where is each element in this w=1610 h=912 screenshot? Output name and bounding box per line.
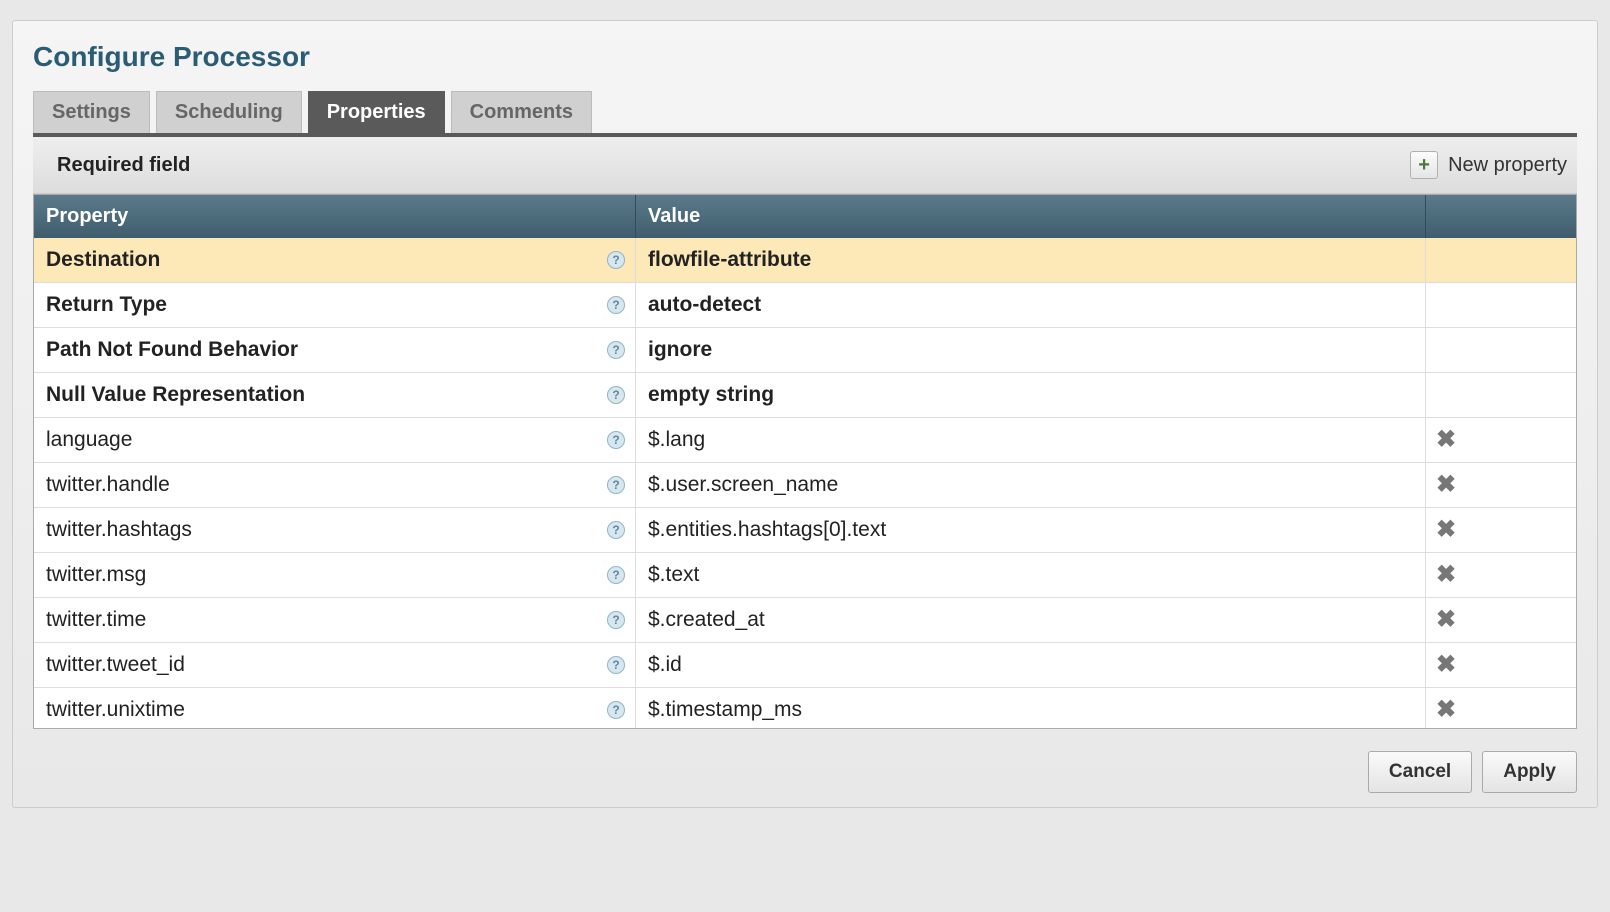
property-actions-cell — [1426, 373, 1576, 417]
property-value-cell[interactable]: $.lang — [636, 418, 1426, 462]
property-name-cell[interactable]: Destination? — [34, 238, 636, 282]
required-field-label: Required field — [57, 154, 190, 177]
plus-icon: + — [1410, 151, 1438, 179]
configure-processor-dialog: Configure Processor SettingsSchedulingPr… — [12, 20, 1598, 808]
dialog-footer: Cancel Apply — [33, 729, 1577, 793]
property-actions-cell: ✖ — [1426, 643, 1576, 687]
properties-panel-header: Required field + New property — [33, 137, 1577, 194]
property-value-cell[interactable]: $.user.screen_name — [636, 463, 1426, 507]
delete-icon[interactable]: ✖ — [1436, 473, 1456, 497]
property-value-cell[interactable]: $.entities.hashtags[0].text — [636, 508, 1426, 552]
property-name: twitter.handle — [46, 473, 601, 497]
property-value-cell[interactable]: empty string — [636, 373, 1426, 417]
tab-scheduling[interactable]: Scheduling — [156, 91, 302, 133]
property-name-cell[interactable]: Return Type? — [34, 283, 636, 327]
property-name-cell[interactable]: twitter.unixtime? — [34, 688, 636, 728]
new-property-button[interactable]: + New property — [1410, 151, 1567, 179]
cancel-button[interactable]: Cancel — [1368, 751, 1472, 793]
property-name: Null Value Representation — [46, 383, 601, 407]
property-actions-cell: ✖ — [1426, 463, 1576, 507]
table-row[interactable]: twitter.hashtags?$.entities.hashtags[0].… — [34, 508, 1576, 553]
help-icon[interactable]: ? — [607, 701, 625, 719]
delete-icon[interactable]: ✖ — [1436, 653, 1456, 677]
property-value-cell[interactable]: auto-detect — [636, 283, 1426, 327]
property-name: Destination — [46, 248, 601, 272]
delete-icon[interactable]: ✖ — [1436, 563, 1456, 587]
property-name-cell[interactable]: twitter.handle? — [34, 463, 636, 507]
tab-comments[interactable]: Comments — [451, 91, 592, 133]
table-row[interactable]: language?$.lang✖ — [34, 418, 1576, 463]
table-row[interactable]: twitter.msg?$.text✖ — [34, 553, 1576, 598]
property-actions-cell: ✖ — [1426, 418, 1576, 462]
property-name: language — [46, 428, 601, 452]
table-row[interactable]: twitter.unixtime?$.timestamp_ms✖ — [34, 688, 1576, 728]
help-icon[interactable]: ? — [607, 521, 625, 539]
property-actions-cell — [1426, 328, 1576, 372]
property-name: Return Type — [46, 293, 601, 317]
property-name-cell[interactable]: twitter.hashtags? — [34, 508, 636, 552]
property-name-cell[interactable]: twitter.tweet_id? — [34, 643, 636, 687]
table-row[interactable]: twitter.handle?$.user.screen_name✖ — [34, 463, 1576, 508]
properties-table: Property Value Destination?flowfile-attr… — [33, 194, 1577, 729]
help-icon[interactable]: ? — [607, 431, 625, 449]
property-actions-cell: ✖ — [1426, 598, 1576, 642]
property-name: twitter.hashtags — [46, 518, 601, 542]
column-header-property: Property — [34, 195, 636, 238]
column-header-actions — [1426, 195, 1576, 238]
property-name: twitter.msg — [46, 563, 601, 587]
table-row[interactable]: twitter.tweet_id?$.id✖ — [34, 643, 1576, 688]
property-actions-cell: ✖ — [1426, 553, 1576, 597]
delete-icon[interactable]: ✖ — [1436, 608, 1456, 632]
table-row[interactable]: Destination?flowfile-attribute — [34, 238, 1576, 283]
help-icon[interactable]: ? — [607, 611, 625, 629]
column-header-value: Value — [636, 195, 1426, 238]
property-value-cell[interactable]: $.text — [636, 553, 1426, 597]
property-name-cell[interactable]: Path Not Found Behavior? — [34, 328, 636, 372]
dialog-title: Configure Processor — [33, 41, 1577, 73]
apply-button[interactable]: Apply — [1482, 751, 1577, 793]
help-icon[interactable]: ? — [607, 251, 625, 269]
tabs: SettingsSchedulingPropertiesComments — [33, 91, 1577, 137]
property-name: twitter.tweet_id — [46, 653, 601, 677]
delete-icon[interactable]: ✖ — [1436, 428, 1456, 452]
property-name-cell[interactable]: twitter.time? — [34, 598, 636, 642]
property-value-cell[interactable]: $.timestamp_ms — [636, 688, 1426, 728]
tab-properties[interactable]: Properties — [308, 91, 445, 133]
tab-settings[interactable]: Settings — [33, 91, 150, 133]
table-header-row: Property Value — [34, 195, 1576, 238]
property-name: Path Not Found Behavior — [46, 338, 601, 362]
help-icon[interactable]: ? — [607, 566, 625, 584]
property-value-cell[interactable]: flowfile-attribute — [636, 238, 1426, 282]
property-name-cell[interactable]: language? — [34, 418, 636, 462]
property-actions-cell — [1426, 238, 1576, 282]
property-value-cell[interactable]: $.id — [636, 643, 1426, 687]
property-name-cell[interactable]: Null Value Representation? — [34, 373, 636, 417]
property-name: twitter.time — [46, 608, 601, 632]
help-icon[interactable]: ? — [607, 476, 625, 494]
property-actions-cell — [1426, 283, 1576, 327]
table-row[interactable]: Path Not Found Behavior?ignore — [34, 328, 1576, 373]
property-name-cell[interactable]: twitter.msg? — [34, 553, 636, 597]
help-icon[interactable]: ? — [607, 341, 625, 359]
property-value-cell[interactable]: ignore — [636, 328, 1426, 372]
property-actions-cell: ✖ — [1426, 688, 1576, 728]
new-property-label: New property — [1448, 154, 1567, 177]
help-icon[interactable]: ? — [607, 656, 625, 674]
table-body: Destination?flowfile-attributeReturn Typ… — [34, 238, 1576, 728]
delete-icon[interactable]: ✖ — [1436, 518, 1456, 542]
table-row[interactable]: Return Type?auto-detect — [34, 283, 1576, 328]
help-icon[interactable]: ? — [607, 296, 625, 314]
property-actions-cell: ✖ — [1426, 508, 1576, 552]
delete-icon[interactable]: ✖ — [1436, 698, 1456, 722]
property-name: twitter.unixtime — [46, 698, 601, 722]
property-value-cell[interactable]: $.created_at — [636, 598, 1426, 642]
table-row[interactable]: Null Value Representation?empty string — [34, 373, 1576, 418]
table-row[interactable]: twitter.time?$.created_at✖ — [34, 598, 1576, 643]
help-icon[interactable]: ? — [607, 386, 625, 404]
